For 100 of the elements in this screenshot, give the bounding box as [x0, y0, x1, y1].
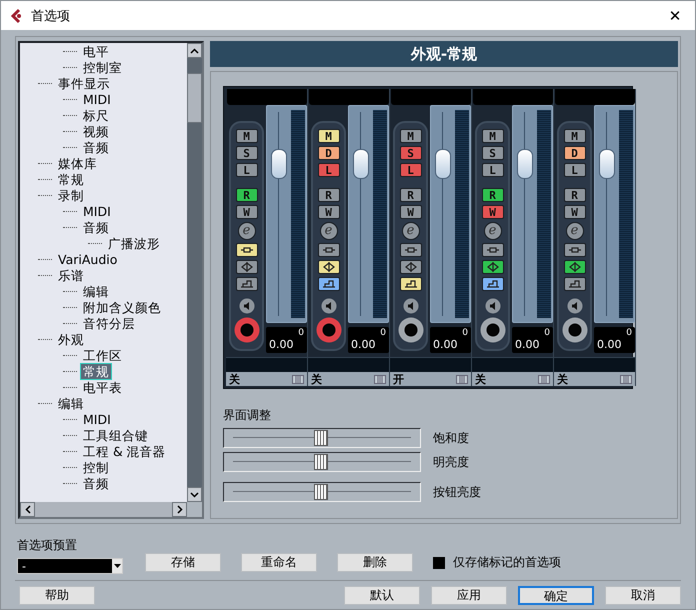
slider-track[interactable] — [223, 452, 421, 472]
channel-tool-button[interactable] — [400, 243, 422, 257]
channel-toggle[interactable]: L — [318, 163, 340, 177]
channel-toggle[interactable]: M — [400, 129, 422, 143]
channel-toggle[interactable]: L — [482, 163, 504, 177]
channel-toggle[interactable]: R — [236, 188, 258, 202]
speaker-icon[interactable] — [484, 298, 500, 314]
speaker-icon[interactable] — [320, 298, 336, 314]
fader-thumb[interactable] — [271, 149, 287, 180]
scroll-left-icon[interactable] — [24, 505, 30, 514]
tree-item[interactable]: 广播波形 — [106, 236, 162, 250]
dialog-button[interactable]: 确定 — [518, 586, 594, 605]
preset-button[interactable]: 删除 — [337, 553, 413, 572]
channel-toggle[interactable]: L — [564, 163, 586, 177]
fader-thumb[interactable] — [599, 149, 615, 180]
tree-item[interactable]: 工具组合键 — [81, 428, 150, 442]
channel-tool-button[interactable] — [400, 277, 422, 291]
dialog-button[interactable]: 默认 — [344, 586, 420, 605]
tree-item[interactable]: VariAudio — [56, 252, 120, 266]
channel-tool-button[interactable] — [564, 277, 586, 291]
channel-tool-button[interactable] — [318, 243, 340, 257]
tree-item[interactable]: 附加含义颜色 — [81, 300, 163, 314]
dialog-button[interactable]: 应用 — [431, 586, 507, 605]
fader-thumb[interactable] — [517, 149, 533, 180]
tree-item[interactable]: 电平 — [81, 44, 111, 58]
edit-button[interactable]: e — [238, 222, 256, 240]
fader-thumb[interactable] — [353, 149, 369, 180]
edit-button[interactable]: e — [320, 222, 338, 240]
tree-item[interactable]: 标尺 — [81, 108, 111, 122]
tree-item[interactable]: 音符分层 — [81, 316, 137, 330]
channel-tool-button[interactable] — [236, 277, 258, 291]
tree-item[interactable]: 媒体库 — [56, 156, 99, 170]
channel-toggle[interactable]: S — [236, 146, 258, 160]
edit-button[interactable]: e — [402, 222, 420, 240]
speaker-icon[interactable] — [402, 298, 418, 314]
channel-tool-button[interactable] — [318, 260, 340, 274]
tree-item[interactable]: 控制室 — [81, 60, 124, 74]
channel-toggle[interactable]: S — [482, 146, 504, 160]
channel-toggle[interactable]: M — [482, 129, 504, 143]
speaker-icon[interactable] — [566, 298, 582, 314]
vertical-scrollbar[interactable] — [187, 43, 202, 502]
preset-dropdown[interactable]: - — [17, 558, 123, 574]
channel-toggle[interactable]: M — [318, 129, 340, 143]
tree-item[interactable]: 常规 — [56, 172, 86, 186]
channel-tool-button[interactable] — [236, 260, 258, 274]
record-icon[interactable] — [562, 317, 588, 343]
record-icon[interactable] — [398, 317, 424, 343]
tree-item[interactable]: MIDI — [81, 412, 113, 426]
tree-item[interactable]: 音频 — [81, 140, 111, 154]
checkbox[interactable] — [433, 556, 445, 568]
scroll-right-icon[interactable] — [176, 505, 182, 514]
edit-button[interactable]: e — [566, 222, 584, 240]
record-icon[interactable] — [480, 317, 506, 343]
channel-tool-button[interactable] — [318, 277, 340, 291]
tree-item[interactable]: 视频 — [81, 124, 111, 138]
channel-tool-button[interactable] — [482, 260, 504, 274]
tree-item[interactable]: 录制 — [56, 188, 86, 202]
fader-thumb[interactable] — [435, 149, 451, 180]
slider-thumb[interactable] — [314, 430, 328, 446]
channel-tool-button[interactable] — [400, 260, 422, 274]
slider-track[interactable] — [223, 482, 421, 502]
preset-button[interactable]: 重命名 — [241, 553, 317, 572]
channel-toggle[interactable]: D — [564, 146, 586, 160]
horizontal-scrollbar[interactable] — [20, 502, 187, 517]
tree-item[interactable]: 工程 & 混音器 — [81, 444, 168, 458]
channel-tool-button[interactable] — [482, 243, 504, 257]
channel-toggle[interactable]: W — [236, 205, 258, 219]
channel-toggle[interactable]: R — [400, 188, 422, 202]
channel-toggle[interactable]: L — [236, 163, 258, 177]
slider-track[interactable] — [223, 428, 421, 448]
record-icon[interactable] — [234, 317, 260, 343]
channel-toggle[interactable]: W — [318, 205, 340, 219]
preset-button[interactable]: 存储 — [145, 553, 221, 572]
speaker-icon[interactable] — [238, 298, 254, 314]
channel-toggle[interactable]: W — [400, 205, 422, 219]
dialog-button[interactable]: 帮助 — [19, 586, 95, 605]
edit-button[interactable]: e — [484, 222, 502, 240]
scrollbar-thumb[interactable] — [187, 72, 202, 122]
channel-toggle[interactable]: W — [564, 205, 586, 219]
tree-item[interactable]: MIDI — [81, 92, 113, 106]
tree-item[interactable]: 音频 — [81, 476, 111, 490]
tree-item[interactable]: 音频 — [81, 220, 111, 234]
tree-item[interactable]: 外观 — [56, 332, 86, 346]
scroll-up-icon[interactable] — [190, 48, 199, 54]
tree-item[interactable]: 常规 — [81, 364, 111, 378]
channel-toggle[interactable]: R — [318, 188, 340, 202]
tree-item[interactable]: 编辑 — [81, 284, 111, 298]
tree-item[interactable]: 电平表 — [81, 380, 124, 394]
dialog-button[interactable]: 取消 — [605, 586, 681, 605]
channel-tool-button[interactable] — [564, 243, 586, 257]
slider-thumb[interactable] — [314, 454, 328, 470]
scroll-down-icon[interactable] — [190, 492, 199, 498]
channel-toggle[interactable]: M — [564, 129, 586, 143]
tree-item[interactable]: MIDI — [81, 204, 113, 218]
channel-toggle[interactable]: W — [482, 205, 504, 219]
channel-toggle[interactable]: D — [318, 146, 340, 160]
close-button[interactable]: ✕ — [655, 1, 695, 30]
channel-tool-button[interactable] — [236, 243, 258, 257]
channel-tool-button[interactable] — [482, 277, 504, 291]
tree-item[interactable]: 控制 — [81, 460, 111, 474]
